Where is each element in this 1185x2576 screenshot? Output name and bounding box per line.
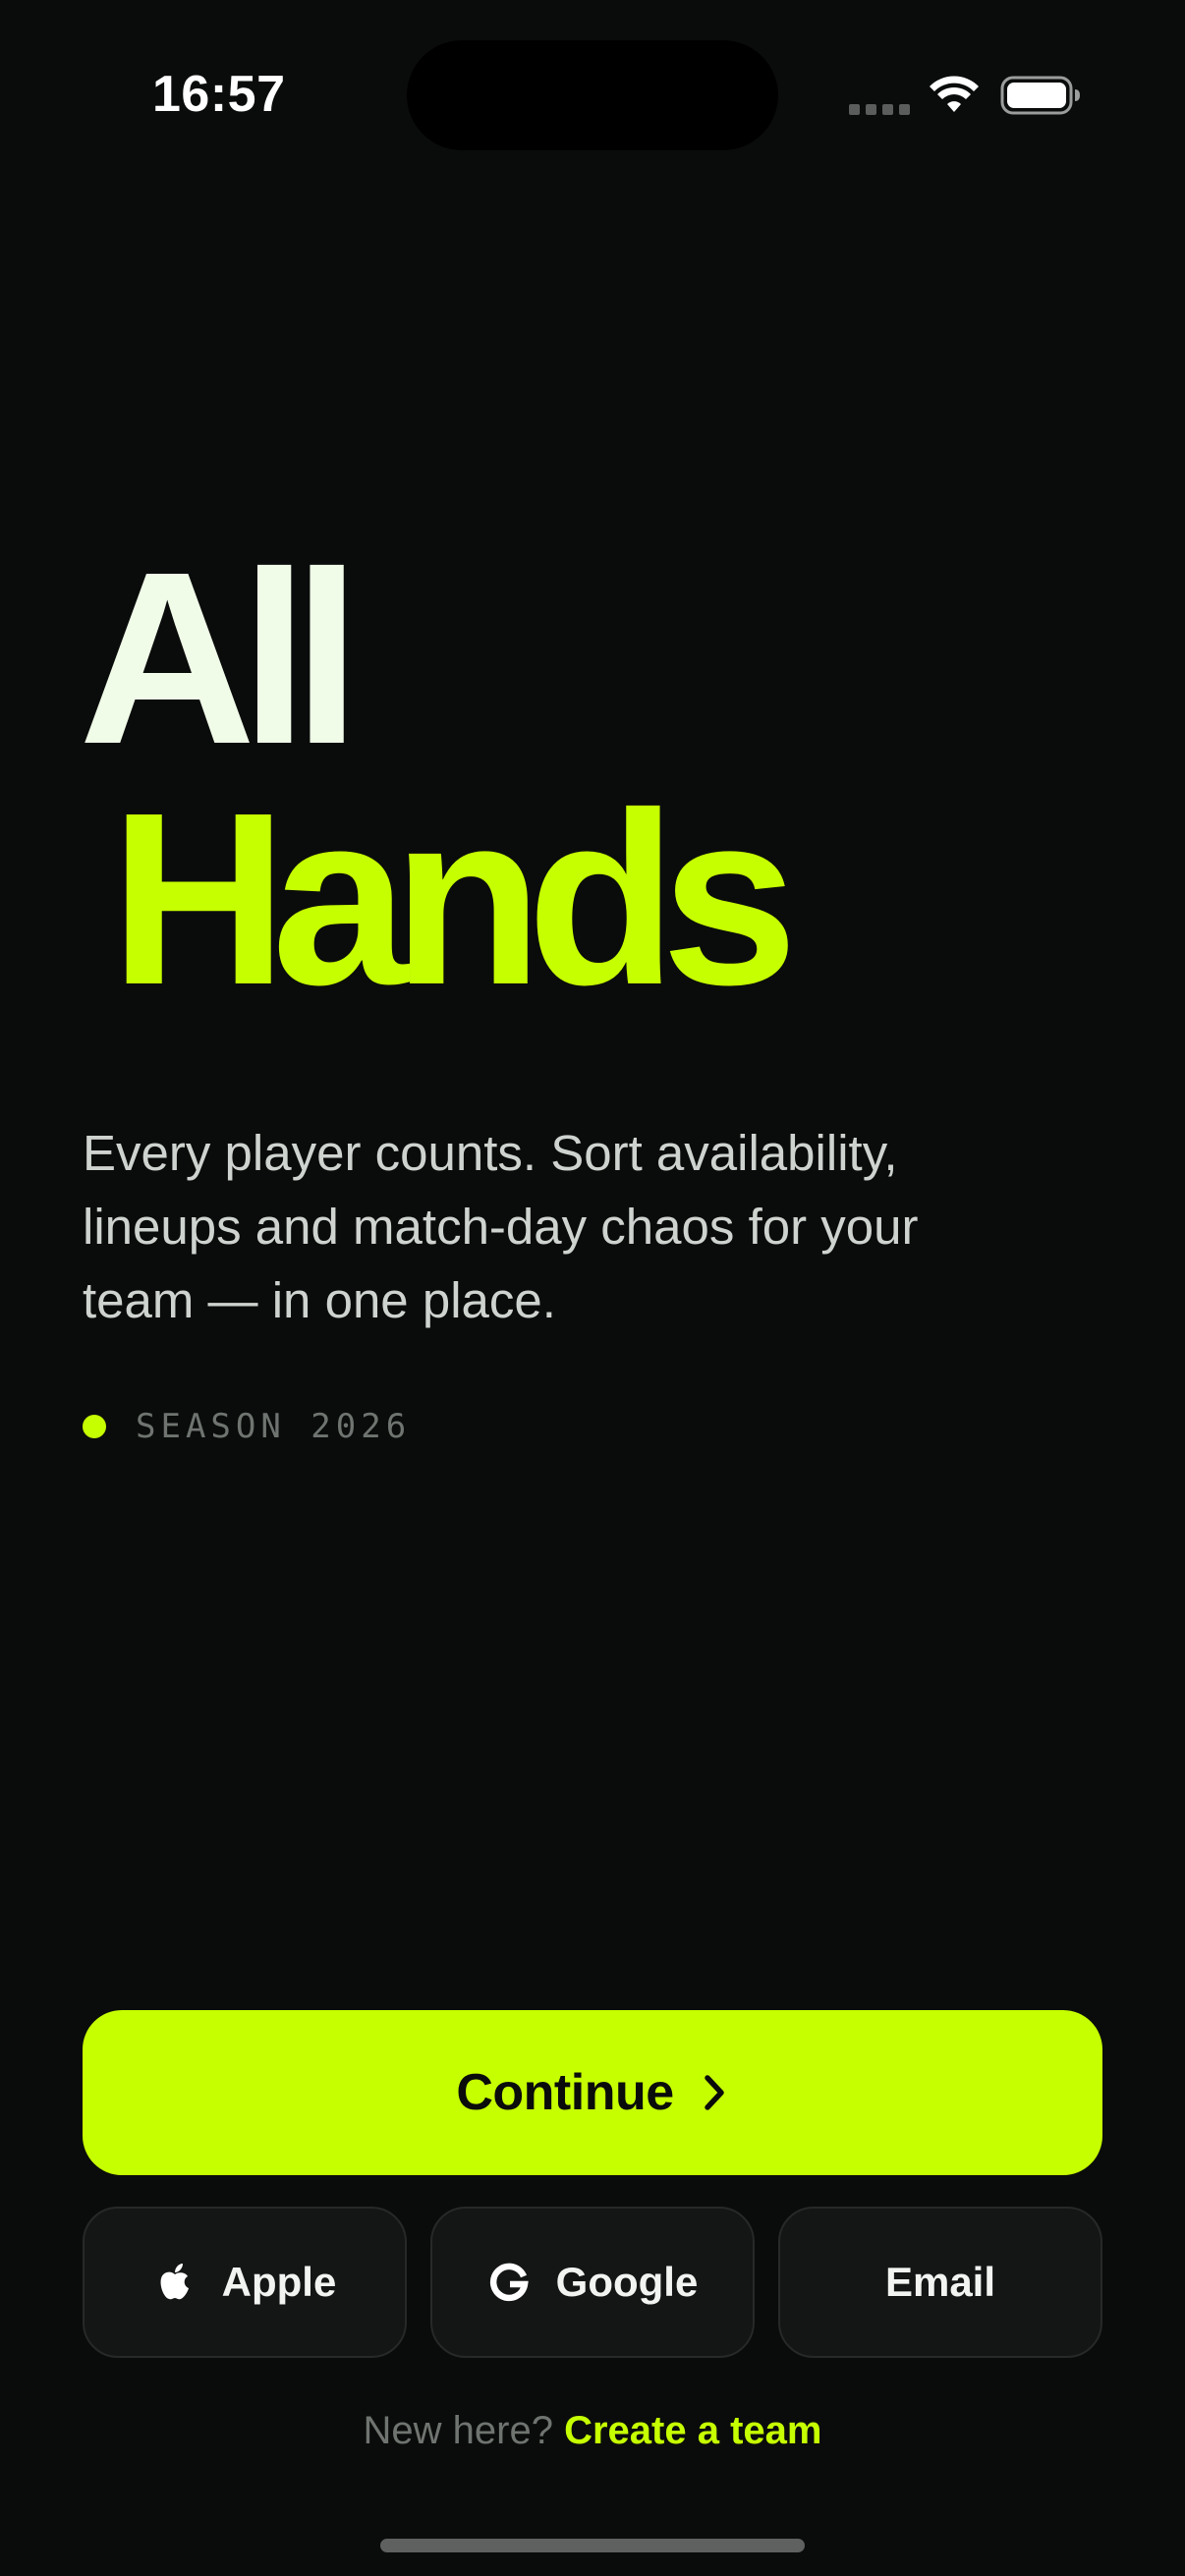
signal-dots-icon (849, 104, 910, 115)
status-time: 16:57 (152, 66, 286, 123)
google-icon (489, 2263, 529, 2302)
continue-button[interactable]: Continue (83, 2010, 1102, 2175)
apple-sign-in-button[interactable]: Apple (83, 2207, 407, 2358)
hero-title-line-2: Hands (110, 761, 798, 1036)
email-sign-in-button[interactable]: Email (778, 2207, 1102, 2358)
continue-label: Continue (456, 2064, 674, 2121)
apple-icon (160, 2264, 189, 2300)
google-sign-in-button[interactable]: Google (430, 2207, 755, 2358)
season-label: SEASON 2026 (136, 1407, 412, 1446)
chevron-right-icon (704, 2075, 724, 2110)
season-badge: SEASON 2026 (83, 1407, 411, 1446)
wifi-icon (930, 76, 979, 112)
tagline: Every player counts. Sort availability, … (83, 1125, 919, 1328)
email-label: Email (884, 2259, 996, 2305)
google-label: Google (555, 2259, 699, 2305)
sign-in-providers: Apple Google Email (83, 2207, 1102, 2358)
dynamic-island (407, 40, 778, 150)
footer: New here? Create a team (0, 2409, 1185, 2453)
home-indicator[interactable] (380, 2539, 805, 2552)
season-dot-icon (83, 1415, 106, 1438)
apple-label: Apple (221, 2259, 337, 2305)
battery-icon (1000, 76, 1080, 115)
create-team-link[interactable]: Create a team (564, 2409, 821, 2452)
footer-prompt: New here? (363, 2409, 565, 2452)
hero-title-line-1: All (79, 521, 361, 795)
welcome-screen: 16:57 All Hands Every player counts. Sor… (0, 0, 1185, 2576)
